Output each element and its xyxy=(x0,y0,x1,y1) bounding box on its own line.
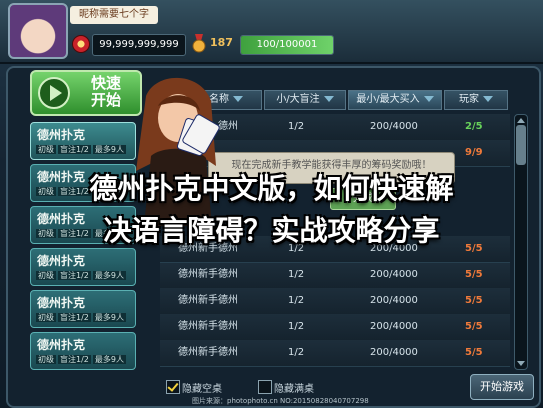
table-row[interactable]: 德州新手德州 1/2 200/4000 5/5 xyxy=(160,262,510,289)
top-bar: 昵称需要七个字 99,999,999,999 187 100/100001 xyxy=(0,0,543,64)
sort-arrow-icon xyxy=(323,96,334,102)
sort-arrow-icon xyxy=(423,96,434,102)
table-row[interactable]: 德州新手德州 1/2 200/4000 5/5 xyxy=(160,340,510,367)
room-tab[interactable]: 德州扑克 初级 盲注1/2 最多9人 xyxy=(30,122,136,160)
room-tab[interactable]: 德州扑克 初级 盲注1/2 最多9人 xyxy=(30,248,136,286)
player-avatar[interactable] xyxy=(8,3,68,59)
sort-arrow-icon xyxy=(233,96,243,102)
medal-icon xyxy=(192,34,206,53)
chip-balance: 99,999,999,999 xyxy=(92,34,186,56)
room-tab[interactable]: 德州扑克 初级 盲注1/2 最多9人 xyxy=(30,332,136,370)
scroll-up-icon[interactable] xyxy=(517,118,525,123)
watermark-text: 图片来源：photophoto.cn NO:20150828040707298 xyxy=(192,397,369,405)
player-nickname: 昵称需要七个字 xyxy=(70,6,158,24)
game-lobby: 昵称需要七个字 99,999,999,999 187 100/100001 快速… xyxy=(0,0,543,408)
chip-icon xyxy=(72,35,90,53)
sort-by-buyin[interactable]: 最小/最大买入 xyxy=(348,90,442,110)
hide-empty-checkbox[interactable] xyxy=(166,380,180,394)
table-row[interactable]: 德州新手德州 1/2 200/4000 5/5 xyxy=(160,288,510,315)
experience-text: 100/100001 xyxy=(256,39,318,50)
sort-by-players[interactable]: 玩家 xyxy=(444,90,508,110)
play-icon xyxy=(38,77,70,109)
scroll-thumb[interactable] xyxy=(516,125,526,165)
experience-bar: 100/100001 xyxy=(240,35,334,55)
hide-empty-label: 隐藏空桌 xyxy=(182,384,222,395)
player-level: 187 xyxy=(210,36,233,49)
start-game-button[interactable]: 开始游戏 xyxy=(470,374,534,400)
scroll-down-icon[interactable] xyxy=(517,361,525,366)
hide-full-label: 隐藏满桌 xyxy=(274,384,314,395)
sort-arrow-icon xyxy=(483,96,493,102)
table-row[interactable]: 德州新手德州 1/2 200/4000 5/5 xyxy=(160,314,510,341)
room-tab[interactable]: 德州扑克 初级 盲注1/2 最多9人 xyxy=(30,290,136,328)
sort-by-blinds[interactable]: 小/大盲注 xyxy=(264,90,346,110)
hide-full-checkbox[interactable] xyxy=(258,380,272,394)
overlay-caption: 德州扑克中文版，如何快速解 决语言障碍？实战攻略分享 xyxy=(89,172,454,247)
